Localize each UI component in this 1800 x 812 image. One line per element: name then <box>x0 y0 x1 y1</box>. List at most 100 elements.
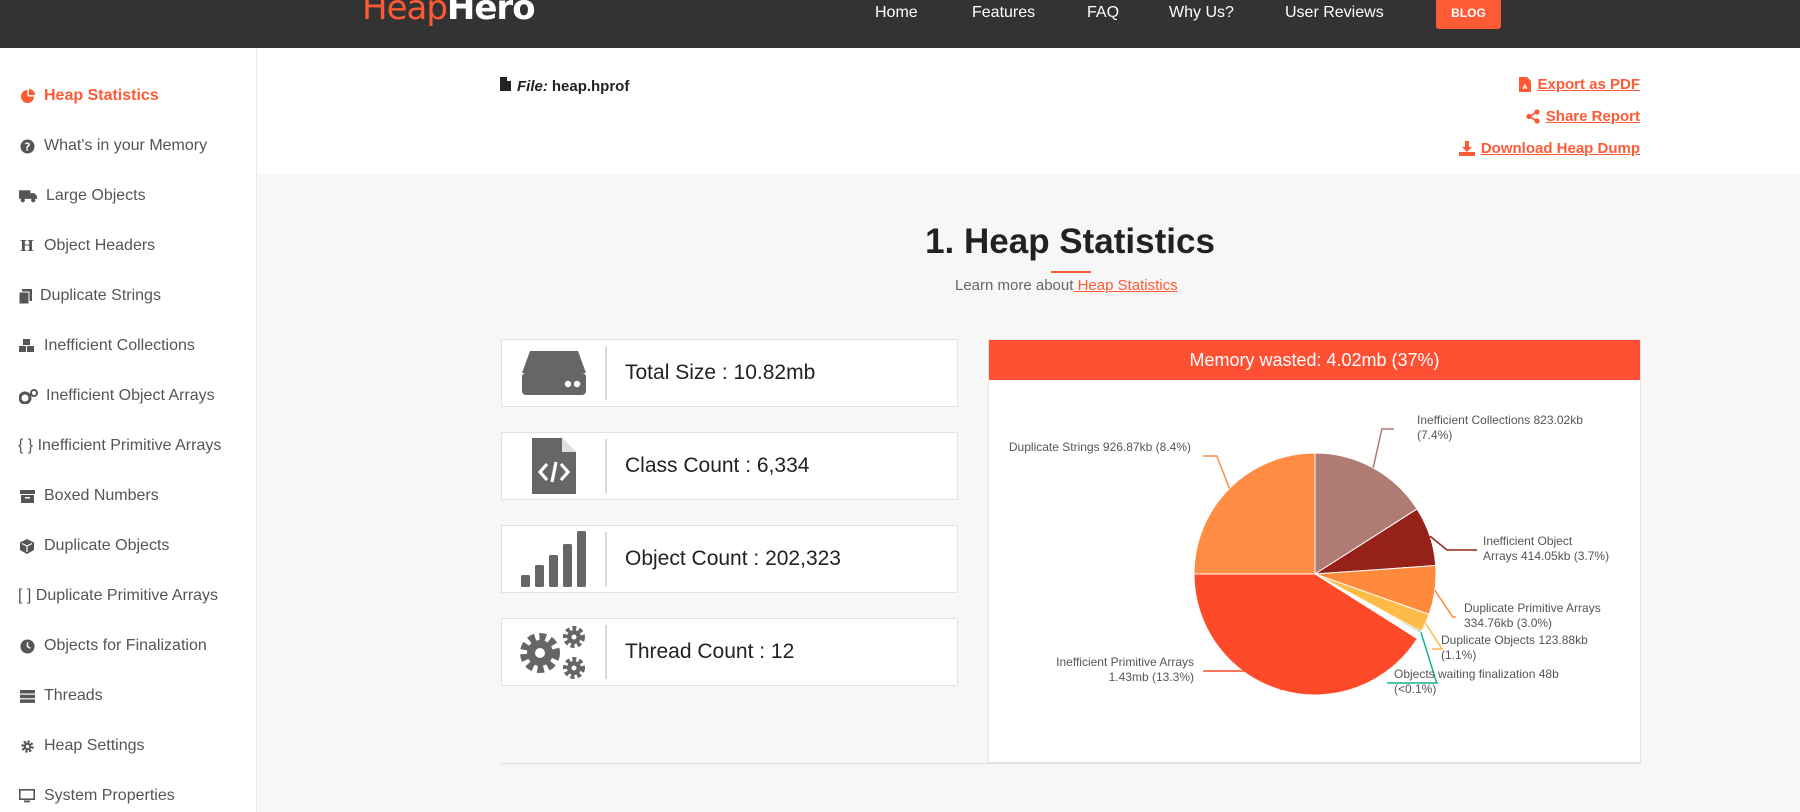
export-pdf-label: Export as PDF <box>1537 76 1640 93</box>
sidebar-item-inefficient-collections[interactable]: Inefficient Collections <box>18 333 195 359</box>
sidebar-item-boxed-numbers[interactable]: Boxed Numbers <box>18 483 159 509</box>
file-code-icon <box>502 438 607 494</box>
top-navbar: HeapHero Home Features FAQ Why Us? User … <box>0 0 1800 48</box>
sidebar-item-heap-statistics[interactable]: Heap Statistics <box>18 83 159 109</box>
sidebar-item-label: Large Objects <box>46 187 146 204</box>
question-circle-icon: ? <box>18 137 36 155</box>
sidebar-item-label: Duplicate Strings <box>40 287 161 304</box>
heaphero-logo[interactable]: HeapHero <box>362 0 536 28</box>
sidebar-item-threads[interactable]: Threads <box>18 683 103 709</box>
signal-bars-icon <box>502 531 607 587</box>
sidebar-item-system-properties[interactable]: System Properties <box>18 783 175 809</box>
sidebar-item-label: Threads <box>44 687 103 704</box>
learn-more-prefix: Learn more about <box>955 277 1074 294</box>
sidebar-item-inefficient-object-arrays[interactable]: Inefficient Object Arrays <box>18 383 215 409</box>
gears-icon <box>502 625 607 679</box>
file-icon <box>500 77 511 95</box>
download-heap-dump-link[interactable]: Download Heap Dump <box>1458 140 1640 157</box>
sidebar-item-objects-for-finalization[interactable]: Objects for Finalization <box>18 633 207 659</box>
file-prefix: File: <box>517 77 548 95</box>
sidebar-item-label: System Properties <box>44 787 175 804</box>
nav-features[interactable]: Features <box>972 4 1035 22</box>
hdd-icon <box>502 346 607 400</box>
stat-thread-count: Thread Count : 12 <box>625 640 795 663</box>
sidebar-item-label: What's in your Memory <box>44 137 208 154</box>
svg-text:A: A <box>1523 84 1528 91</box>
sidebar-item-label: [ ] Duplicate Primitive Arrays <box>18 587 219 604</box>
pie-label-connector <box>1203 455 1231 489</box>
pie-slice-label: Duplicate Primitive Arrays 334.76kb (3.0%… <box>1464 601 1601 630</box>
download-icon <box>1458 141 1475 156</box>
pie-slice[interactable] <box>1193 452 1316 575</box>
archive-icon <box>18 487 36 505</box>
stat-card-class-count: Class Count : 6,334 <box>501 432 958 500</box>
sidebar-item-whats-in-memory[interactable]: ? What's in your Memory <box>18 133 207 159</box>
cubes-icon <box>18 337 36 355</box>
stat-class-count: Class Count : 6,334 <box>625 454 810 477</box>
sidebar-item-label: Objects for Finalization <box>44 637 207 654</box>
stat-total-size: Total Size : 10.82mb <box>625 361 816 384</box>
nav-user-reviews[interactable]: User Reviews <box>1285 4 1384 22</box>
sidebar-item-label: { } Inefficient Primitive Arrays <box>18 437 222 454</box>
sidebar-item-inefficient-primitive-arrays[interactable]: { } Inefficient Primitive Arrays <box>18 433 221 459</box>
pie-slice-label: Inefficient Object Arrays 414.05kb (3.7%) <box>1483 534 1609 563</box>
pie-chart: Inefficient Collections 823.02kb (7.4%) In… <box>1009 413 1609 696</box>
cube-icon <box>18 537 36 555</box>
pie-slice-label: Inefficient Collections 823.02kb (7.4%) <box>1417 413 1583 442</box>
sidebar-item-duplicate-primitive-arrays[interactable]: [ ] Duplicate Primitive Arrays <box>18 583 218 609</box>
share-icon <box>1526 109 1540 124</box>
file-pdf-icon: A <box>1519 77 1532 92</box>
svg-text:?: ? <box>24 141 30 153</box>
nav-why-us[interactable]: Why Us? <box>1169 4 1234 22</box>
title-underline <box>1051 271 1091 273</box>
sidebar-item-duplicate-objects[interactable]: Duplicate Objects <box>18 533 169 559</box>
pie-label-connector <box>1372 428 1394 469</box>
blog-button[interactable]: BLOG <box>1436 0 1501 29</box>
download-heap-dump-label: Download Heap Dump <box>1480 140 1640 157</box>
sidebar-item-label: Boxed Numbers <box>44 487 159 504</box>
monitor-icon <box>18 787 36 805</box>
pie-slice-label: Duplicate Strings 926.87kb (8.4%) <box>1009 440 1191 454</box>
sidebar-item-label: Inefficient Collections <box>44 337 195 354</box>
export-pdf-link[interactable]: A Export as PDF <box>1519 76 1640 93</box>
file-name: heap.hprof <box>551 77 630 95</box>
content-divider <box>501 763 1641 764</box>
sidebar-item-label: Inefficient Object Arrays <box>46 387 215 404</box>
section-title: 1. Heap Statistics <box>925 222 1215 261</box>
clock-icon <box>18 637 36 655</box>
stat-card-thread-count: Thread Count : 12 <box>501 618 958 686</box>
sidebar-item-heap-settings[interactable]: Heap Settings <box>18 733 145 759</box>
logo-hero-text: Hero <box>446 0 536 28</box>
chart-title: Memory wasted: 4.02mb (37%) <box>989 340 1640 380</box>
share-report-label: Share Report <box>1545 108 1640 125</box>
file-label: File: heap.hprof <box>500 77 629 95</box>
heap-statistics-link[interactable]: Heap Statistics <box>1073 277 1178 294</box>
stat-card-total-size: Total Size : 10.82mb <box>501 339 958 407</box>
stat-card-object-count: Object Count : 202,323 <box>501 525 958 593</box>
nav-home[interactable]: Home <box>875 4 918 22</box>
share-report-link[interactable]: Share Report <box>1526 108 1640 125</box>
sidebar-item-duplicate-strings[interactable]: Duplicate Strings <box>18 283 161 309</box>
copy-icon <box>18 287 32 305</box>
server-icon <box>18 687 36 705</box>
sidebar: Heap Statistics ? What's in your Memory … <box>0 48 257 812</box>
stat-object-count: Object Count : 202,323 <box>625 547 841 570</box>
pie-chart-icon <box>18 87 36 105</box>
pie-label-connector <box>1434 589 1456 618</box>
sidebar-item-label: Heap Settings <box>44 737 145 754</box>
nav-faq[interactable]: FAQ <box>1087 4 1119 22</box>
gear-icon <box>18 737 36 755</box>
sidebar-item-large-objects[interactable]: Large Objects <box>18 183 146 209</box>
sidebar-item-label: Heap Statistics <box>44 87 159 104</box>
pie-label-connector <box>1429 535 1477 551</box>
cogs-icon <box>18 387 38 405</box>
learn-more-text: Learn more about Heap Statistics <box>955 277 1178 294</box>
pie-slice-label: Inefficient Primitive Arrays 1.43mb (13.3… <box>1056 655 1194 684</box>
truck-icon <box>18 187 38 205</box>
logo-heap-text: Heap <box>362 0 448 28</box>
pie-slice-label: Objects waiting finalization 48b (<0.1%) <box>1394 667 1559 696</box>
pie-slice-label: Duplicate Objects 123.88kb (1.1%) <box>1441 633 1588 662</box>
sidebar-item-label: Duplicate Objects <box>44 537 170 554</box>
memory-wasted-chart: Memory wasted: 4.02mb (37%) Inefficient … <box>988 339 1641 763</box>
pie-label-connector <box>1424 622 1444 650</box>
